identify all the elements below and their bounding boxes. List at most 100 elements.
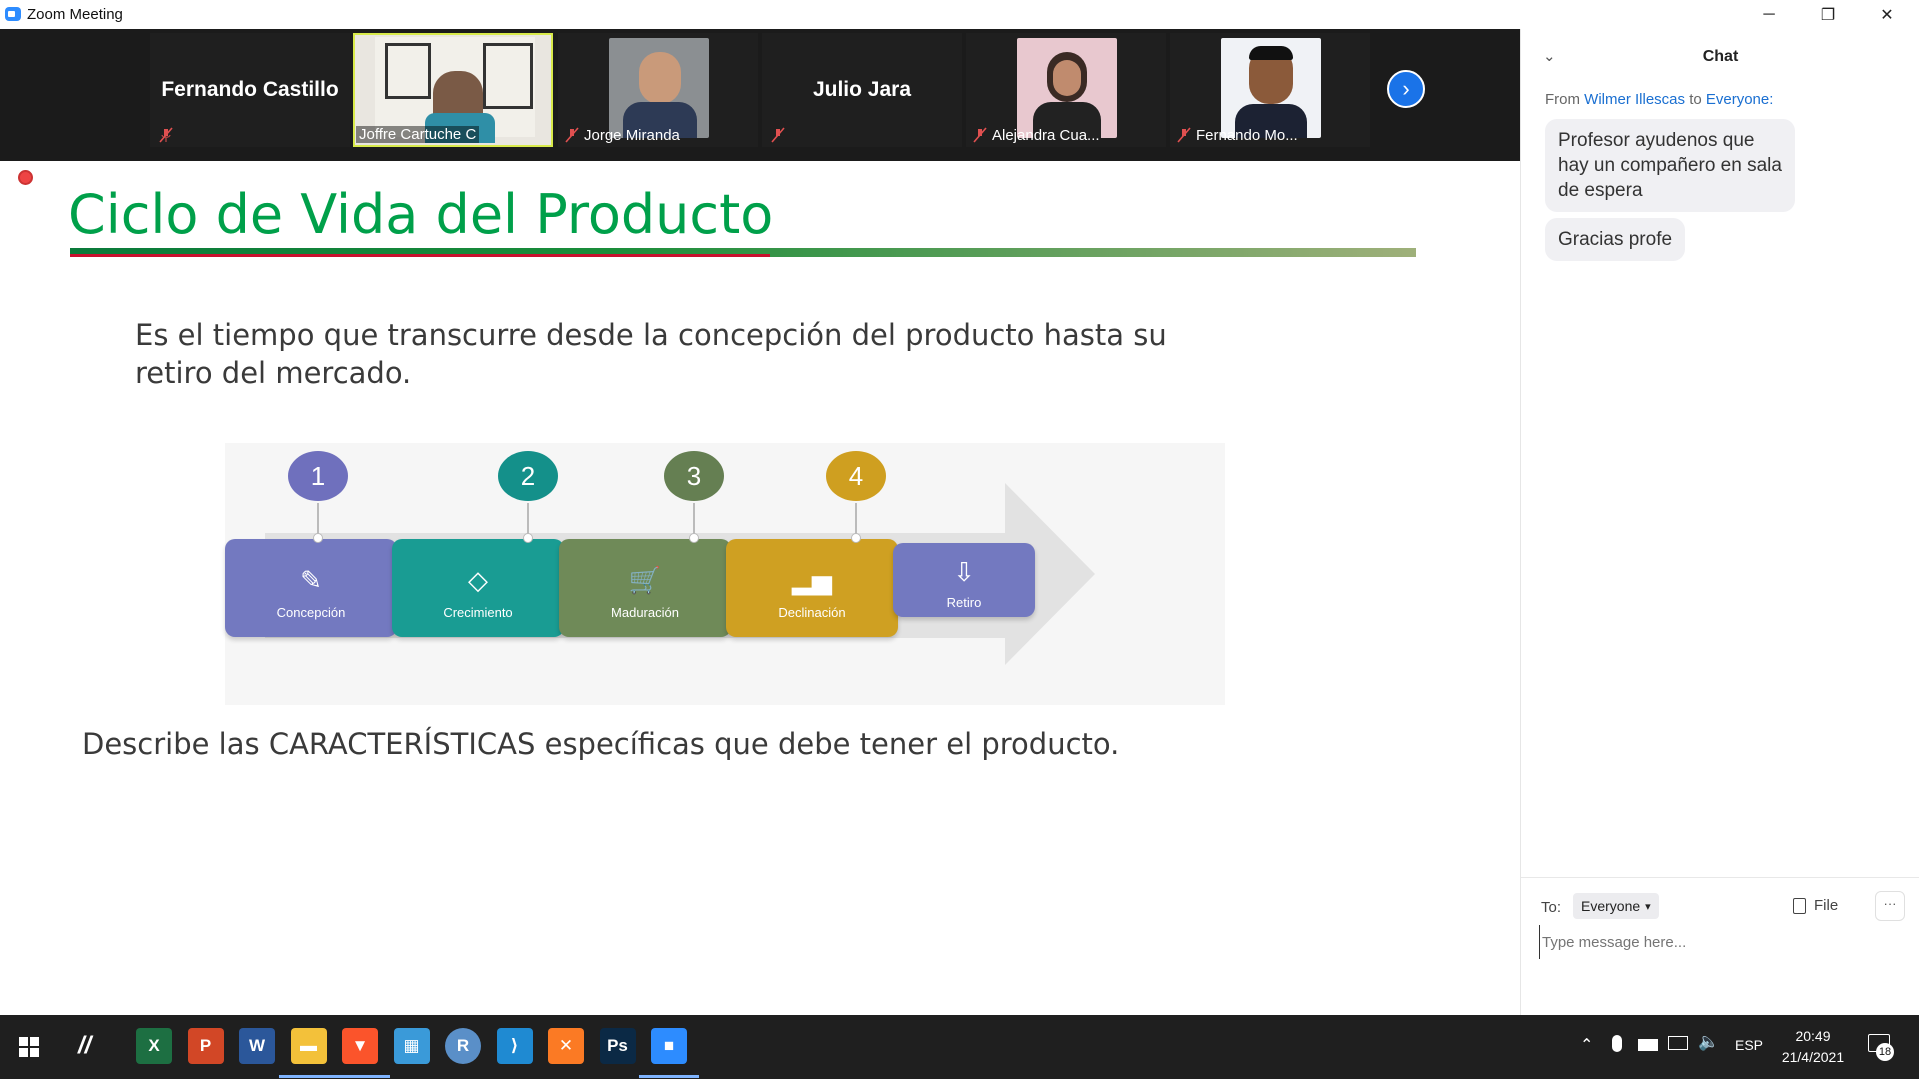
slide-title: Ciclo de Vida del Producto (68, 183, 774, 246)
close-button[interactable]: ✕ (1858, 0, 1916, 29)
chat-recipient[interactable]: Everyone: (1706, 91, 1774, 108)
powerpoint-icon[interactable]: P (187, 1028, 224, 1064)
stage-card: ▂▅ Declinación (726, 539, 898, 637)
frame-decoration (385, 43, 431, 99)
windows-start-icon[interactable] (19, 1037, 39, 1057)
next-page-button[interactable]: › (1387, 70, 1425, 108)
download-icon: ⇩ (953, 557, 975, 587)
stage-connector (855, 503, 857, 537)
stage-label: Retiro (946, 595, 982, 610)
participant-tile[interactable]: Fernando Mo... (1170, 33, 1370, 147)
file-label: File (1814, 897, 1839, 914)
participant-name: Julio Jara (812, 78, 912, 101)
participant-name: Fernando Castillo (161, 78, 339, 101)
language-indicator[interactable]: ESP (1735, 1037, 1763, 1053)
chevron-up-icon[interactable]: ⌃ (1580, 1035, 1593, 1055)
file-button[interactable]: File (1793, 897, 1838, 914)
participant-name: Jorge Miranda (584, 127, 680, 144)
excel-icon[interactable]: X (136, 1028, 172, 1064)
person-hair (1249, 46, 1293, 60)
person-face (1053, 60, 1081, 96)
stage-number: 4 (826, 451, 886, 501)
taskbar: // X P W ▬ ▼ ▦ R ⟩ ✕ Ps ■ ⌃ 🔈 ESP 20:49 21/4/2021 … (0, 1015, 1919, 1079)
stage-connector-dot (851, 533, 861, 543)
network-icon[interactable] (1668, 1036, 1688, 1050)
stage-label: Maduración (611, 605, 679, 620)
participant-tile[interactable]: Alejandra Cua... (966, 33, 1166, 147)
stage-card: 🛒 Maduración (559, 539, 731, 637)
title-bar: Zoom Meeting ─ ❐ ✕ (0, 0, 1919, 29)
stage-connector (693, 503, 695, 537)
muted-mic-icon (159, 127, 173, 143)
running-indicator (639, 1075, 699, 1078)
stage-connector-dot (523, 533, 533, 543)
vscode-icon[interactable]: ⟩ (496, 1028, 533, 1064)
zoom-icon[interactable]: ■ (651, 1028, 687, 1064)
divider (1521, 877, 1919, 878)
zoom-logo-icon (5, 7, 21, 21)
pencil-icon: ✎ (300, 565, 322, 595)
stage-card: ✎ Concepción (225, 539, 397, 637)
participant-tile[interactable]: Julio Jara (762, 33, 962, 147)
person-face (639, 52, 681, 104)
chat-message: Profesor ayudenos que hay un compañero e… (1545, 119, 1795, 212)
file-explorer-icon[interactable]: ▬ (290, 1028, 327, 1064)
stage-connector-dot (313, 533, 323, 543)
chat-header: Chat (1702, 48, 1739, 65)
r-icon[interactable]: R (445, 1028, 481, 1064)
muted-mic-icon (771, 127, 785, 143)
muted-mic-icon (973, 127, 987, 143)
battery-icon[interactable] (1638, 1039, 1658, 1051)
clock[interactable]: 20:49 21/4/2021 (1778, 1026, 1848, 1068)
participant-video (375, 37, 535, 143)
slide-paragraph-line2: retiro del mercado. (135, 356, 412, 390)
stage-connector (317, 503, 319, 537)
participant-tile-active[interactable]: Joffre Cartuche C (353, 33, 553, 147)
participant-tile[interactable]: Jorge Miranda (558, 33, 758, 147)
slide-paragraph-line1: Es el tiempo que transcurre desde la con… (135, 318, 1167, 352)
control-panel-icon[interactable]: ▦ (393, 1028, 430, 1064)
word-icon[interactable]: W (239, 1028, 275, 1064)
window-title: Zoom Meeting (27, 6, 123, 23)
participant-video (609, 38, 709, 138)
running-indicator (330, 1075, 390, 1078)
photoshop-icon[interactable]: Ps (599, 1028, 636, 1064)
stage-label: Concepción (276, 605, 346, 620)
from-label: From (1545, 91, 1580, 108)
stage-label: Declinación (778, 605, 846, 620)
title-underline-accent (70, 254, 770, 257)
slide-footer-text: Describe las CARACTERÍSTICAS específicas… (82, 727, 1120, 761)
microphone-icon[interactable] (1612, 1035, 1622, 1052)
brave-icon[interactable]: ▼ (342, 1028, 378, 1064)
chat-message-meta: From Wilmer Illescas to Everyone: (1545, 91, 1773, 108)
chat-sender[interactable]: Wilmer Illescas (1584, 91, 1685, 108)
stage-card: ⇩ Retiro (893, 543, 1035, 617)
chevron-right-icon: › (1402, 76, 1410, 101)
minimize-button[interactable]: ─ (1740, 0, 1798, 29)
recipient-select[interactable]: Everyone ▾ (1573, 893, 1659, 919)
to-word: to (1689, 91, 1702, 108)
participant-video (1017, 38, 1117, 138)
more-options-button[interactable]: ··· (1875, 891, 1905, 921)
lifecycle-diagram: ✎ Concepción 1 ◇ Crecimiento 2 🛒 Maduración 3 ▂▅ D… (225, 443, 1225, 705)
restore-button[interactable]: ❐ (1799, 0, 1857, 29)
speaker-icon[interactable]: 🔈 (1698, 1032, 1719, 1052)
participant-tile[interactable]: Fernando Castillo (150, 33, 350, 147)
participant-name: Alejandra Cua... (992, 127, 1100, 144)
chat-message-input[interactable] (1539, 925, 1904, 959)
participant-name: Fernando Mo... (1196, 127, 1298, 144)
clock-date: 21/4/2021 (1781, 1049, 1845, 1065)
file-icon (1793, 897, 1806, 914)
frame-decoration (483, 43, 533, 109)
recipient-value: Everyone (1581, 898, 1641, 914)
shapes-icon: ◇ (468, 565, 488, 595)
muted-mic-icon (1177, 127, 1191, 143)
cart-icon: 🛒 (628, 565, 662, 595)
stage-number: 3 (664, 451, 724, 501)
xampp-icon[interactable]: ✕ (548, 1028, 584, 1064)
app-launcher-icon[interactable]: // (78, 1032, 91, 1060)
stage-label: Crecimiento (443, 605, 513, 620)
stage-connector-dot (689, 533, 699, 543)
chart-icon: ▂▅ (792, 565, 832, 595)
clock-time: 20:49 (1795, 1028, 1831, 1044)
